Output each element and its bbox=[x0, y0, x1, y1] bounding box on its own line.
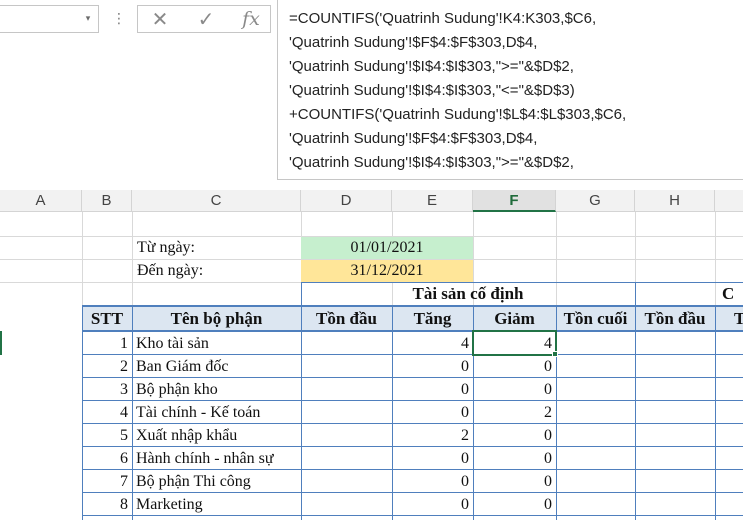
row-dept[interactable]: Marketing bbox=[136, 494, 302, 516]
row-stt[interactable]: 6 bbox=[82, 448, 131, 470]
row-stt[interactable]: 3 bbox=[82, 379, 131, 401]
formula-line: 'Quatrinh Sudung'!$I$4:$I$303,">="&$D$2, bbox=[289, 154, 574, 171]
header-next-partial: T bbox=[734, 309, 743, 328]
row-increase[interactable]: 0 bbox=[392, 356, 473, 378]
row-increase[interactable]: 0 bbox=[392, 448, 473, 470]
header-opening-next: Tồn đầu bbox=[644, 309, 706, 328]
row-increase[interactable]: 0 bbox=[392, 494, 473, 516]
row-dept[interactable]: Bộ phận Thi công bbox=[136, 471, 302, 493]
row-increase[interactable]: 0 bbox=[392, 402, 473, 424]
row-decrease[interactable]: 0 bbox=[473, 356, 556, 378]
insert-function-icon[interactable]: fx bbox=[236, 8, 266, 30]
row-decrease[interactable]: 0 bbox=[473, 494, 556, 516]
header-increase: Tăng bbox=[413, 309, 452, 328]
table-border bbox=[132, 306, 133, 520]
name-box-dropdown-icon[interactable]: ▾ bbox=[80, 10, 96, 28]
table-border bbox=[82, 305, 743, 307]
row-stt[interactable]: 4 bbox=[82, 402, 131, 424]
formula-line: 'Quatrinh Sudung'!$I$4:$I$303,">="&$D$2, bbox=[289, 58, 574, 75]
header-stt: STT bbox=[90, 309, 124, 328]
row-stt[interactable]: 5 bbox=[82, 425, 131, 447]
from-date-cell[interactable]: 01/01/2021 bbox=[301, 237, 473, 259]
row-stt[interactable]: 7 bbox=[82, 471, 131, 493]
row-stt[interactable]: 1 bbox=[82, 333, 131, 355]
formula-line: =COUNTIFS('Quatrinh Sudung'!K4:K303,$C6, bbox=[289, 10, 597, 27]
row-increase[interactable]: 4 bbox=[392, 333, 473, 355]
formula-bar-resize-handle-icon[interactable]: ⋮ bbox=[112, 9, 126, 29]
active-row-indicator bbox=[0, 331, 2, 355]
to-date-cell[interactable]: 31/12/2021 bbox=[301, 260, 473, 282]
row-dept[interactable]: Bộ phận kho bbox=[136, 379, 302, 401]
row-dept[interactable]: Xuất nhập khẩu bbox=[136, 425, 302, 447]
row-stt[interactable]: 2 bbox=[82, 356, 131, 378]
cancel-icon[interactable]: ✕ bbox=[146, 8, 174, 30]
row-decrease[interactable]: 2 bbox=[473, 402, 556, 424]
column-header-i[interactable] bbox=[715, 190, 743, 212]
row-stt[interactable]: 8 bbox=[82, 494, 131, 516]
row-decrease[interactable]: 0 bbox=[473, 448, 556, 470]
row-dept[interactable]: Hành chính - nhân sự bbox=[136, 448, 302, 470]
active-cell-selection[interactable] bbox=[472, 330, 557, 356]
formula-line: 'Quatrinh Sudung'!$F$4:$F$303,D$4, bbox=[289, 130, 538, 147]
to-date-label: Đến ngày: bbox=[137, 262, 204, 279]
row-dept[interactable]: Ban Giám đốc bbox=[136, 356, 302, 378]
row-increase[interactable]: 0 bbox=[392, 471, 473, 493]
row-decrease[interactable]: 0 bbox=[473, 425, 556, 447]
row-increase[interactable]: 0 bbox=[392, 379, 473, 401]
column-header-d[interactable]: D bbox=[301, 190, 392, 212]
fill-handle[interactable] bbox=[552, 351, 558, 357]
row-decrease[interactable]: 0 bbox=[473, 379, 556, 401]
table-border bbox=[715, 306, 716, 520]
enter-icon[interactable]: ✓ bbox=[192, 8, 220, 30]
row-dept[interactable]: Kho tài sản bbox=[136, 333, 302, 355]
formula-line: 'Quatrinh Sudung'!$I$4:$I$303,"<="&$D$3) bbox=[289, 82, 575, 99]
formula-line: +COUNTIFS('Quatrinh Sudung'!$L$4:$L$303,… bbox=[289, 106, 627, 123]
column-header-h[interactable]: H bbox=[635, 190, 715, 212]
column-header-e[interactable]: E bbox=[392, 190, 473, 212]
row-increase[interactable]: 2 bbox=[392, 425, 473, 447]
header-closing: Tồn cuối bbox=[563, 309, 628, 328]
group-header-next: C bbox=[722, 284, 735, 303]
header-dept: Tên bộ phận bbox=[170, 309, 263, 328]
column-header-g[interactable]: G bbox=[556, 190, 635, 212]
row-dept[interactable]: Tài chính - Kế toán bbox=[136, 402, 302, 424]
row-decrease[interactable]: 0 bbox=[473, 471, 556, 493]
table-border bbox=[82, 330, 743, 332]
column-header-c[interactable]: C bbox=[132, 190, 301, 212]
formula-line: 'Quatrinh Sudung'!$F$4:$F$303,D$4, bbox=[289, 34, 538, 51]
group-header-fixed-assets: Tài sản cố định bbox=[412, 284, 524, 303]
column-header-b[interactable]: B bbox=[82, 190, 132, 212]
column-header-a[interactable]: A bbox=[0, 190, 82, 212]
header-decrease: Giảm bbox=[494, 309, 535, 328]
column-header-f[interactable]: F bbox=[473, 190, 556, 212]
from-date-label: Từ ngày: bbox=[137, 239, 195, 256]
header-opening: Tồn đầu bbox=[316, 309, 377, 328]
